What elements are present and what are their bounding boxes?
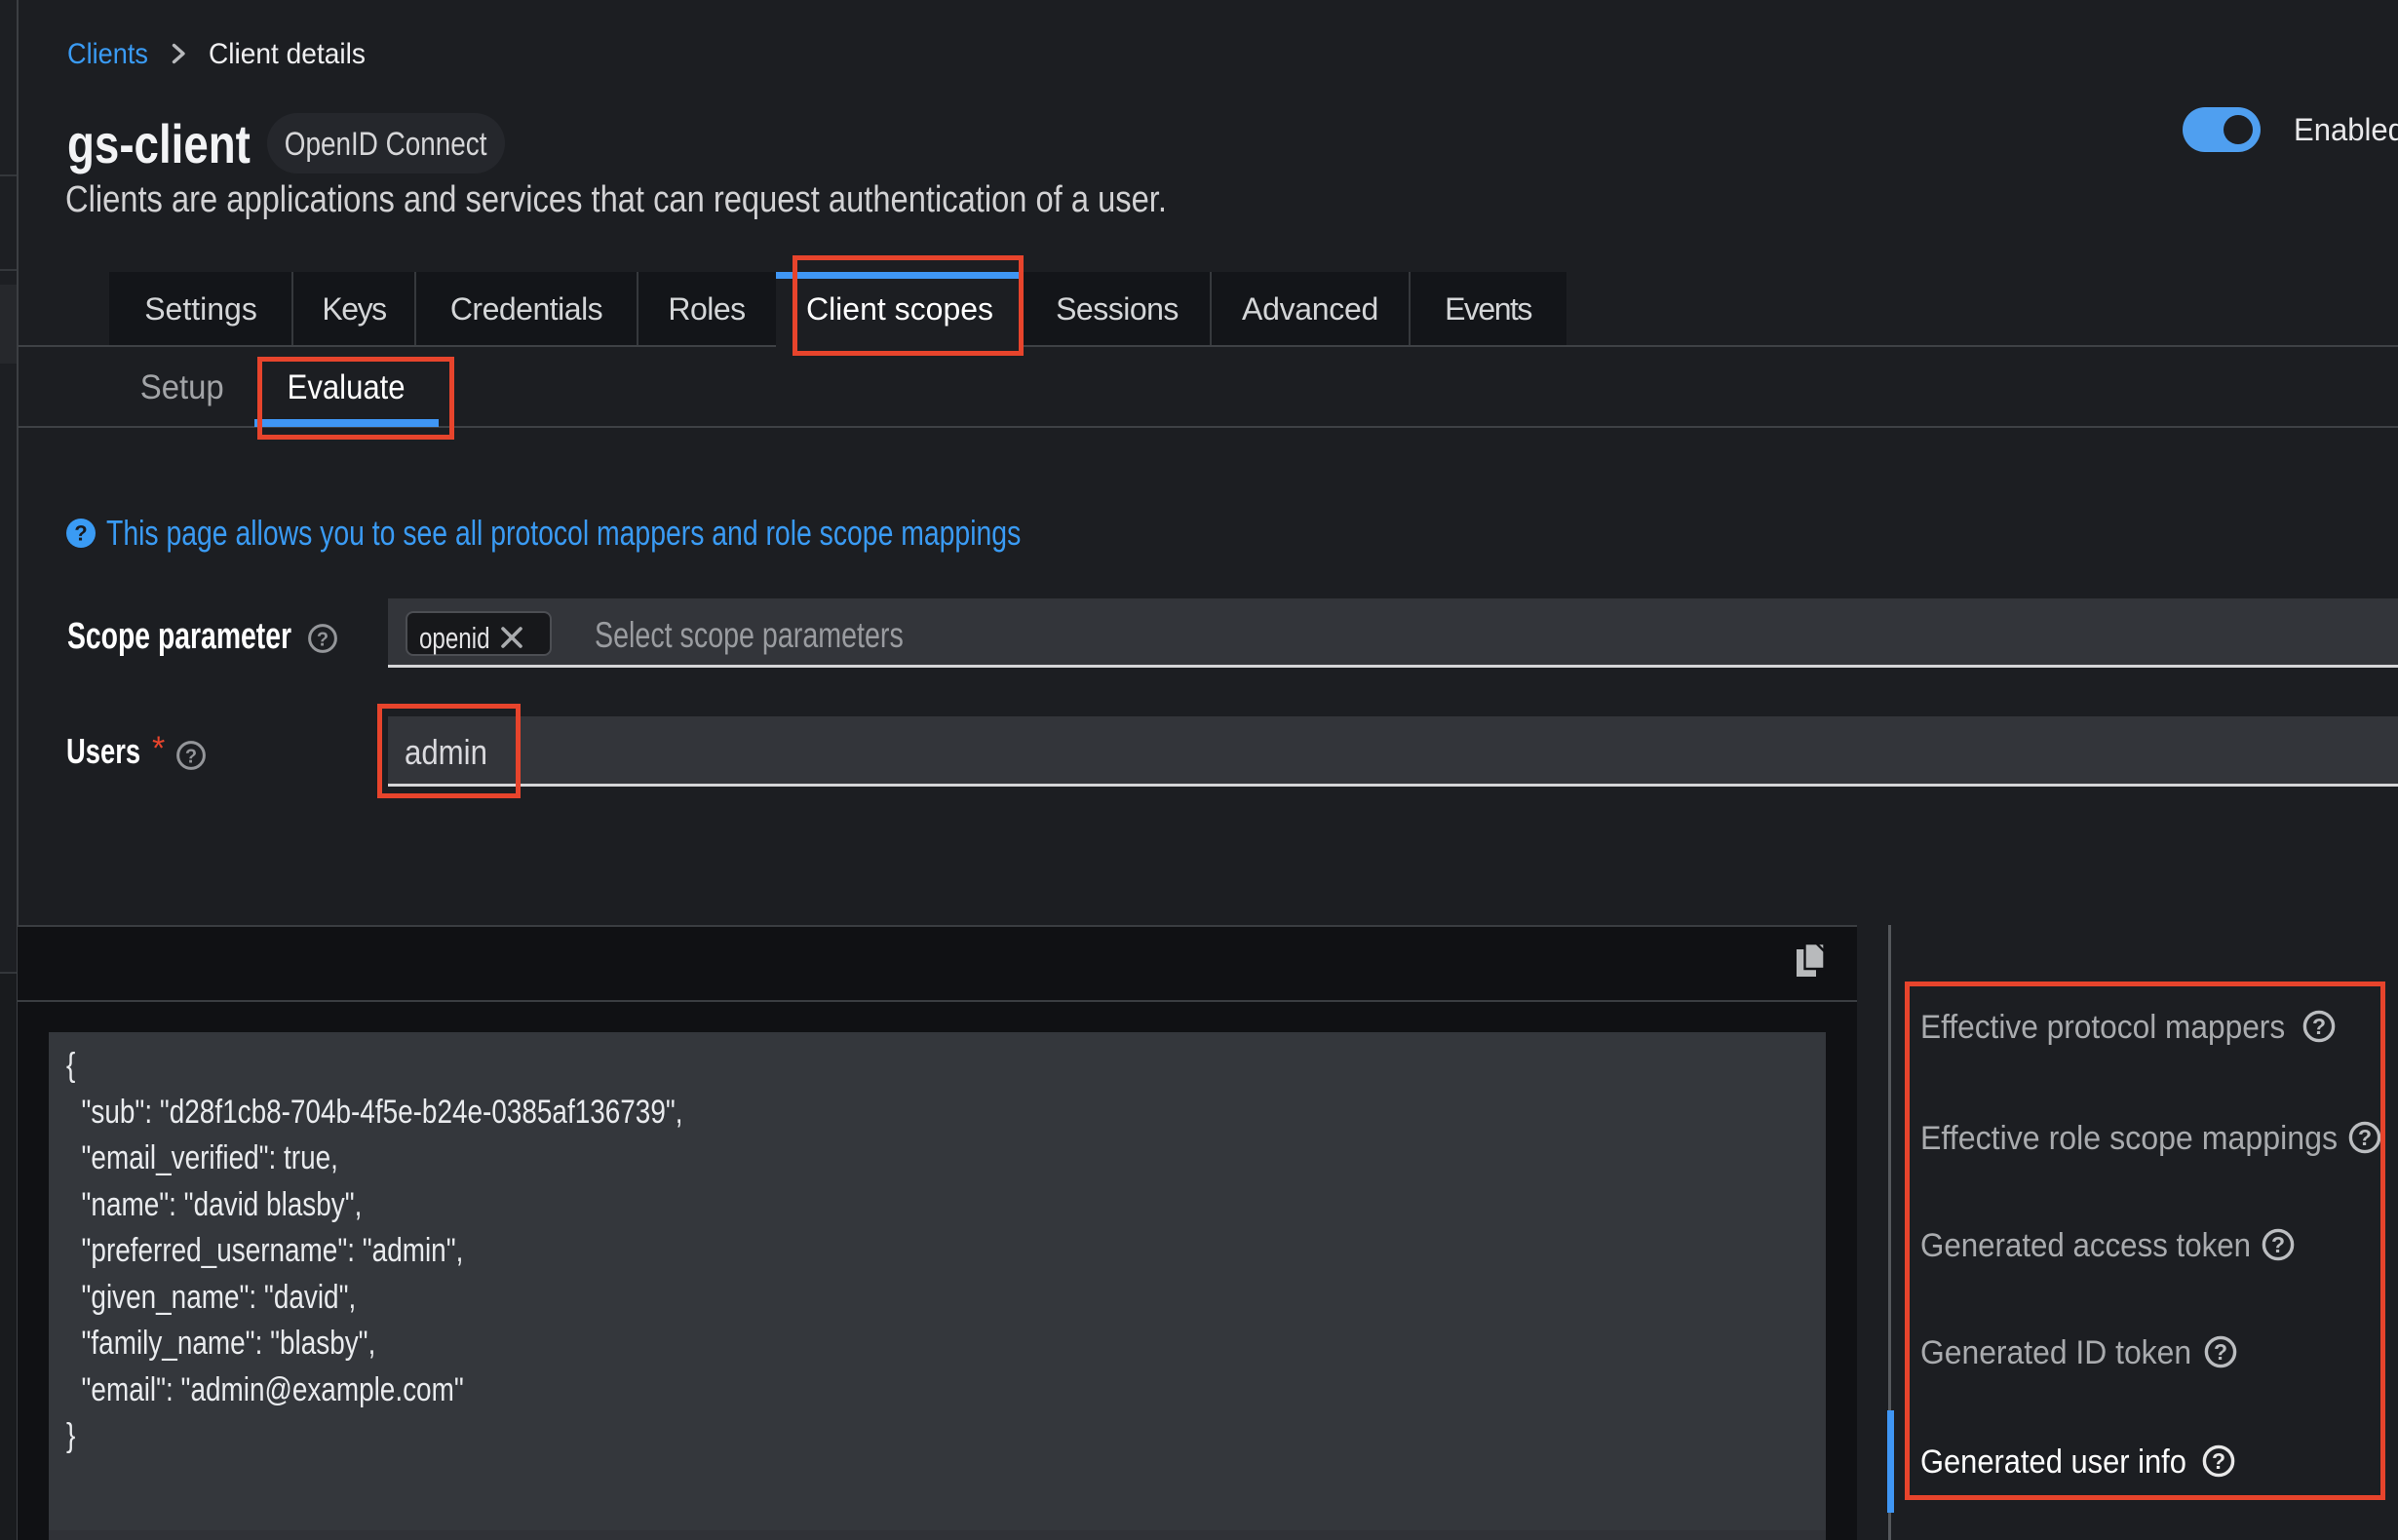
svg-text:?: ?: [317, 629, 329, 650]
svg-text:?: ?: [74, 521, 87, 546]
svg-text:?: ?: [185, 746, 197, 767]
